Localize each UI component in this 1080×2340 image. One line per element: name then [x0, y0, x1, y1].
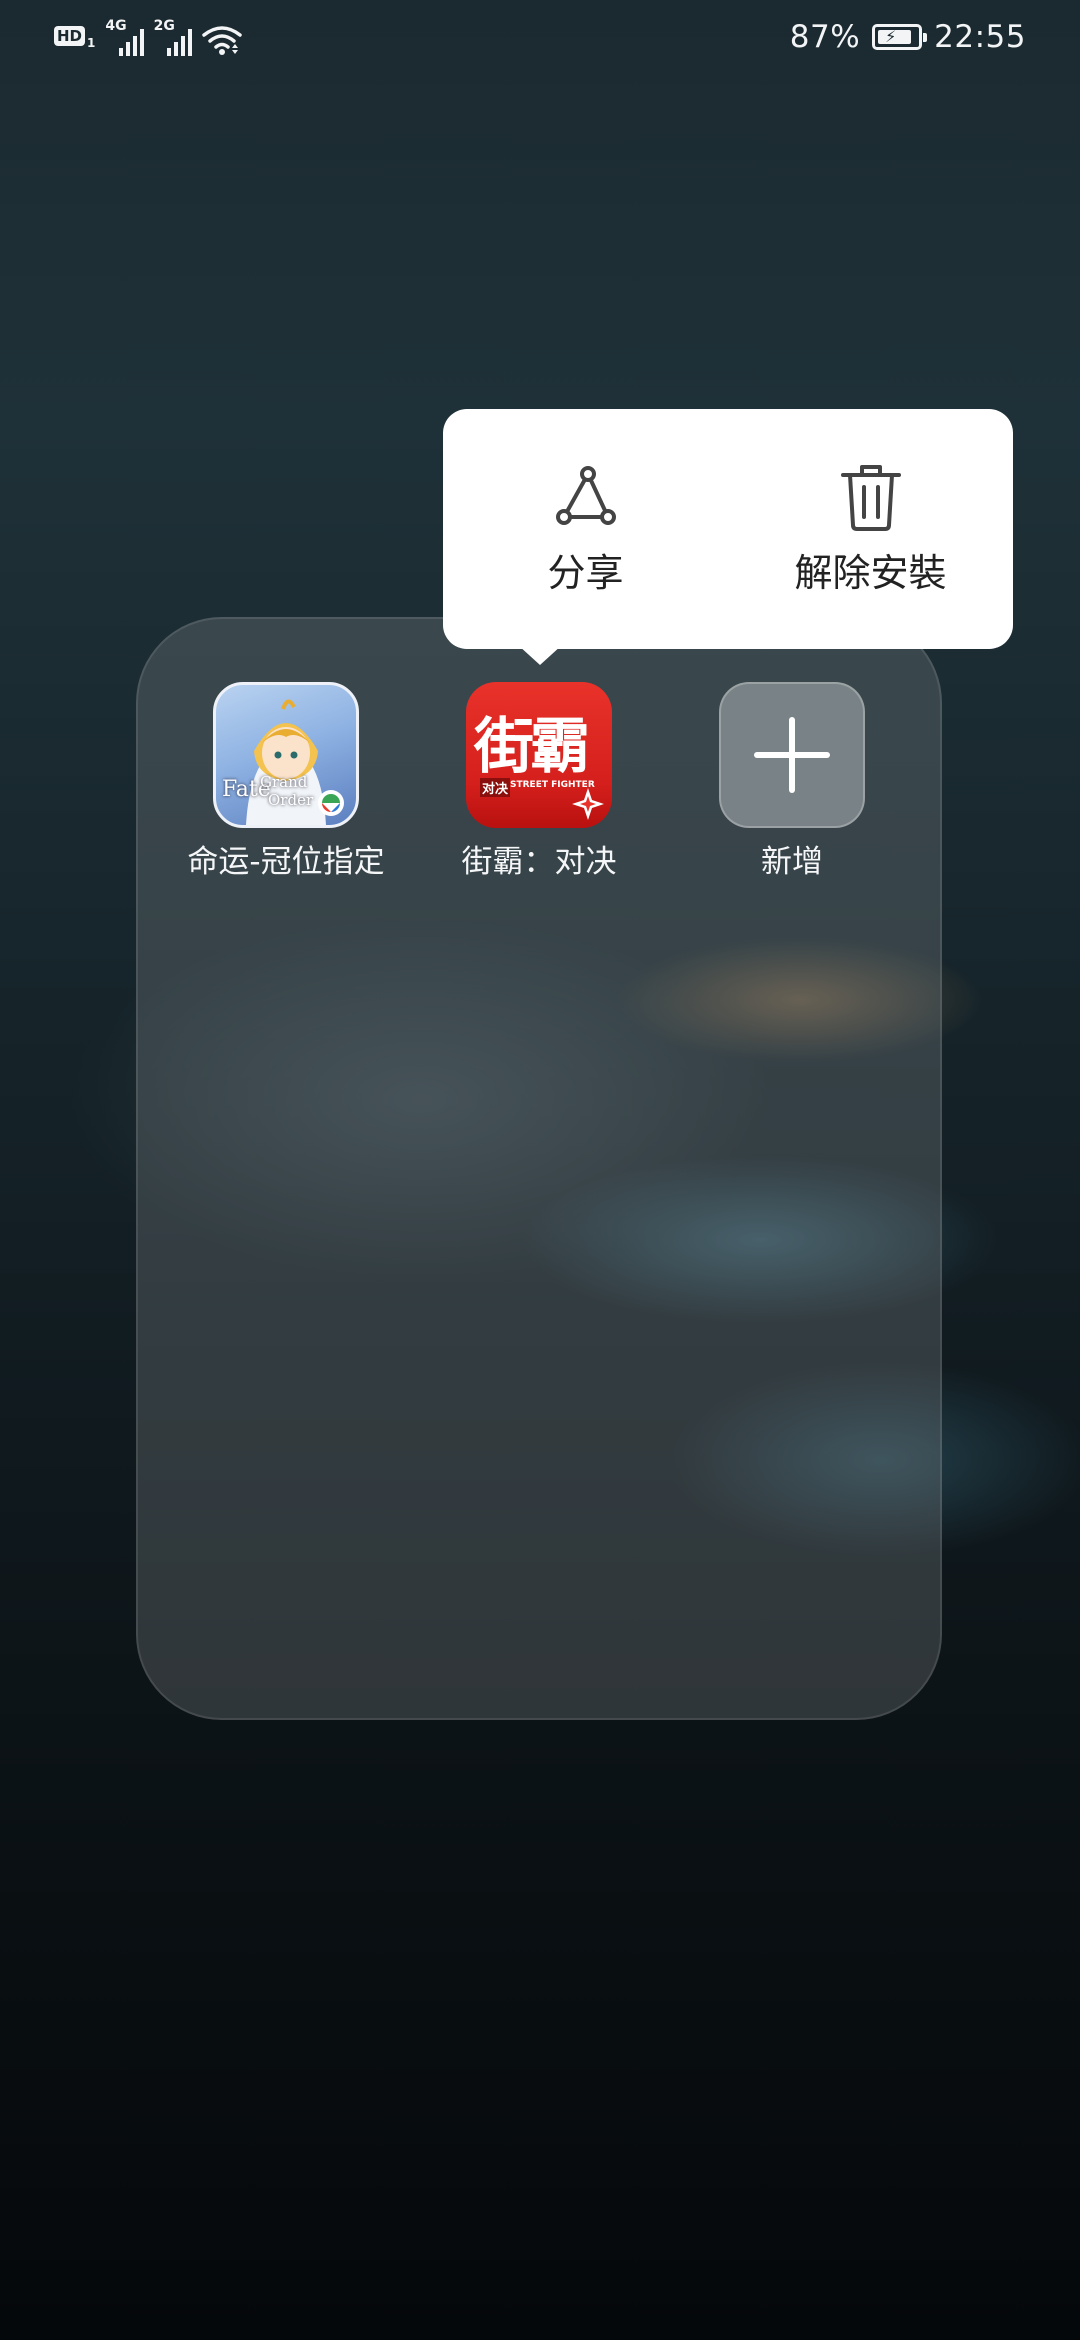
fgo-logo-grand: Grand: [260, 773, 308, 791]
sf-emblem: [572, 788, 604, 820]
sf-logo-main: 街霸: [474, 712, 590, 782]
uninstall-menu-item[interactable]: 解除安裝: [728, 409, 1013, 649]
app-street-fighter[interactable]: 街霸 对决 STREET FIGHTER 街霸：对决: [419, 682, 659, 882]
trash-icon: [840, 465, 901, 531]
app-label: 街霸：对决: [461, 844, 617, 880]
status-left-group: HD 1 4G 2G: [54, 18, 242, 56]
charging-bolt-icon: ⚡: [885, 27, 897, 46]
plus-icon: [754, 717, 830, 793]
sf-logo-sub: 对决: [480, 778, 511, 797]
hd-voice-icon: HD: [54, 26, 86, 46]
battery-charging-icon: ⚡: [872, 24, 928, 50]
uninstall-label: 解除安裝: [794, 551, 947, 595]
share-menu-item[interactable]: 分享: [443, 409, 728, 649]
fgo-logo-order: Order: [268, 791, 314, 809]
wifi-icon: [202, 26, 242, 55]
fate-grand-order-app-icon[interactable]: Fate Grand Order: [213, 682, 359, 828]
network-type-2: 2G: [153, 18, 175, 34]
share-icon: [555, 466, 616, 525]
app-fate-grand-order[interactable]: Fate Grand Order 命运-冠位指定: [166, 682, 406, 882]
app-label: 新增: [761, 844, 823, 880]
app-context-menu: 分享 解除安裝: [443, 409, 1013, 649]
status-right-group: 87% ⚡ 22:55: [790, 14, 1026, 60]
hd-sim-index: 1: [87, 36, 96, 50]
share-label: 分享: [547, 551, 624, 595]
network-type-1: 4G: [105, 18, 127, 34]
status-bar: HD 1 4G 2G 87% ⚡ 22:55: [0, 0, 1080, 76]
context-menu-pointer: [518, 645, 562, 665]
add-app-button[interactable]: 新增: [672, 682, 912, 882]
app-label: 命运-冠位指定: [187, 844, 385, 880]
clock: 22:55: [934, 19, 1026, 55]
battery-percent: 87%: [789, 19, 861, 55]
street-fighter-app-icon[interactable]: 街霸 对决 STREET FIGHTER: [466, 682, 612, 828]
add-app-tile[interactable]: [719, 682, 865, 828]
home-screen: HD 1 4G 2G 87% ⚡ 22:55 Fate Grand Order …: [0, 0, 1080, 2340]
